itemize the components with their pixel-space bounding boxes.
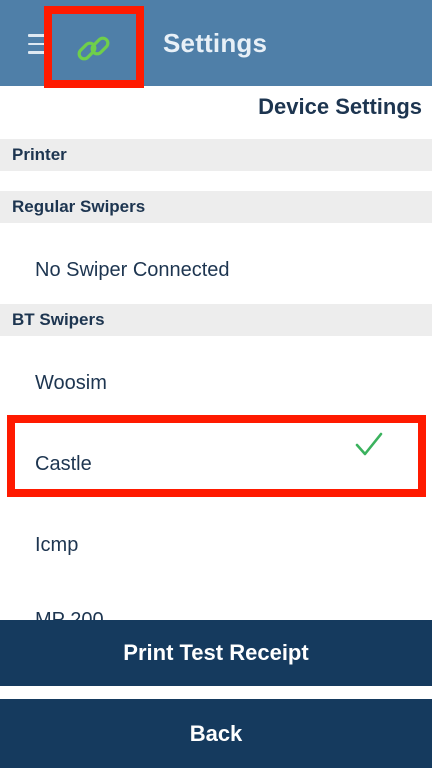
list-item-mp200[interactable]: MP 200 [35,606,104,620]
section-header-printer: Printer [0,139,432,171]
link-icon-highlight [44,6,144,88]
section-header-bt-swipers: BT Swipers [0,304,432,336]
device-settings-heading: Device Settings [258,94,422,119]
page-title: Settings [163,28,268,58]
top-navigation-bar: Settings [0,0,432,88]
print-test-receipt-button[interactable]: Print Test Receipt [0,620,432,686]
button-divider [0,686,432,699]
checkmark-icon [355,432,383,456]
castle-highlight [7,415,426,497]
section-header-regular-swipers: Regular Swipers [0,191,432,223]
list-item-no-swiper[interactable]: No Swiper Connected [0,238,432,302]
back-button[interactable]: Back [0,699,432,768]
link-icon[interactable] [76,32,112,66]
list-item-woosim[interactable]: Woosim [0,351,432,415]
list-item-icmp[interactable]: Icmp [0,513,432,577]
